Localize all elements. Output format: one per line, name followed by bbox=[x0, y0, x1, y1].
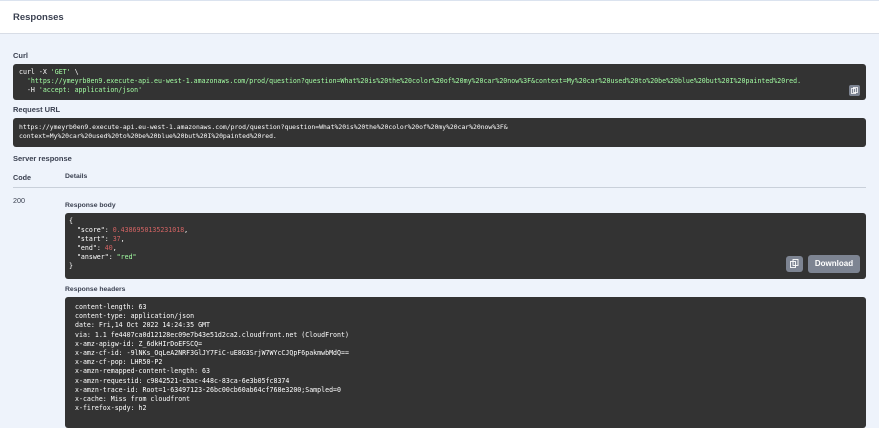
start-value: 37 bbox=[112, 235, 121, 243]
curl-accept-header: 'accept: application/json' bbox=[38, 86, 143, 94]
curl-command-block[interactable]: curl -X 'GET' \ 'https://ymeyrb0en9.exec… bbox=[13, 64, 866, 100]
curl-label: Curl bbox=[13, 51, 28, 60]
request-url-label: Request URL bbox=[13, 105, 61, 114]
request-url-line1: https://ymeyrb0en9.execute-api.eu-west-1… bbox=[19, 123, 508, 131]
curl-line1-tail: \ bbox=[70, 68, 79, 76]
response-headers-label: Response headers bbox=[65, 286, 126, 293]
responses-title: Responses bbox=[13, 12, 64, 23]
header-line: x-amzn-trace-id: Root=1-63497123-26bc00c… bbox=[75, 385, 341, 394]
header-line: x-amz-cf-pop: LHR50-P2 bbox=[75, 358, 163, 367]
answer-key: "answer" bbox=[76, 253, 109, 261]
details-column-header: Details bbox=[65, 173, 88, 180]
header-line: via: 1.1 fe4407ca0d12128ec09e7b43e51d2ca… bbox=[75, 330, 349, 339]
response-body-block[interactable]: { "score": 0.4386950135231018, "start": … bbox=[65, 213, 866, 279]
header-line: date: Fri,14 Oct 2022 14:24:35 GMT bbox=[75, 321, 210, 330]
copy-icon bbox=[851, 87, 858, 94]
start-key: "start" bbox=[76, 235, 105, 243]
curl-url: 'https://ymeyrb0en9.execute-api.eu-west-… bbox=[19, 77, 802, 85]
request-url-block[interactable]: https://ymeyrb0en9.execute-api.eu-west-1… bbox=[13, 118, 866, 147]
header-line: x-amzn-requestid: c9842521-cbac-448c-83c… bbox=[75, 376, 290, 385]
response-body-label: Response body bbox=[65, 202, 116, 209]
response-headers-block[interactable]: content-length: 63 content-type: applica… bbox=[65, 297, 866, 428]
header-line: x-firefox-spdy: h2 bbox=[75, 404, 147, 413]
header-line: content-type: application/json bbox=[75, 312, 195, 321]
header-line: content-length: 63 bbox=[75, 303, 147, 311]
curl-method: 'GET' bbox=[50, 68, 71, 76]
status-code: 200 bbox=[13, 196, 25, 205]
curl-flag: -H bbox=[19, 86, 39, 94]
copy-icon bbox=[790, 259, 799, 268]
end-key: "end" bbox=[76, 244, 97, 252]
responses-panel: Responses Curl curl -X 'GET' \ 'https://… bbox=[0, 0, 879, 428]
download-button[interactable]: Download bbox=[808, 255, 860, 273]
table-divider bbox=[13, 187, 866, 188]
header-line: x-amz-apigw-id: Z_6dkHIrDoEFSCQ= bbox=[75, 339, 203, 348]
answer-value: "red" bbox=[116, 253, 137, 261]
copy-curl-button[interactable] bbox=[849, 85, 860, 96]
header-line: x-cache: Miss from cloudfront bbox=[75, 395, 191, 404]
code-column-header: Code bbox=[13, 173, 31, 182]
end-value: 40 bbox=[104, 244, 113, 252]
header-line: x-amzn-remapped-content-length: 63 bbox=[75, 367, 210, 376]
request-url-line2: context=My%20car%20used%20to%20be%20blue… bbox=[19, 132, 277, 140]
curl-cmd: curl -X bbox=[19, 68, 51, 76]
copy-response-button[interactable] bbox=[786, 256, 803, 272]
responses-header: Responses bbox=[0, 1, 879, 34]
score-value: 0.4386950135231018 bbox=[112, 226, 185, 234]
header-line: x-amz-cf-id: -9lNKs_OqLeA2NRF3GlJY7FiC-u… bbox=[75, 349, 349, 358]
score-key: "score" bbox=[76, 226, 105, 234]
server-response-label: Server response bbox=[13, 154, 72, 163]
